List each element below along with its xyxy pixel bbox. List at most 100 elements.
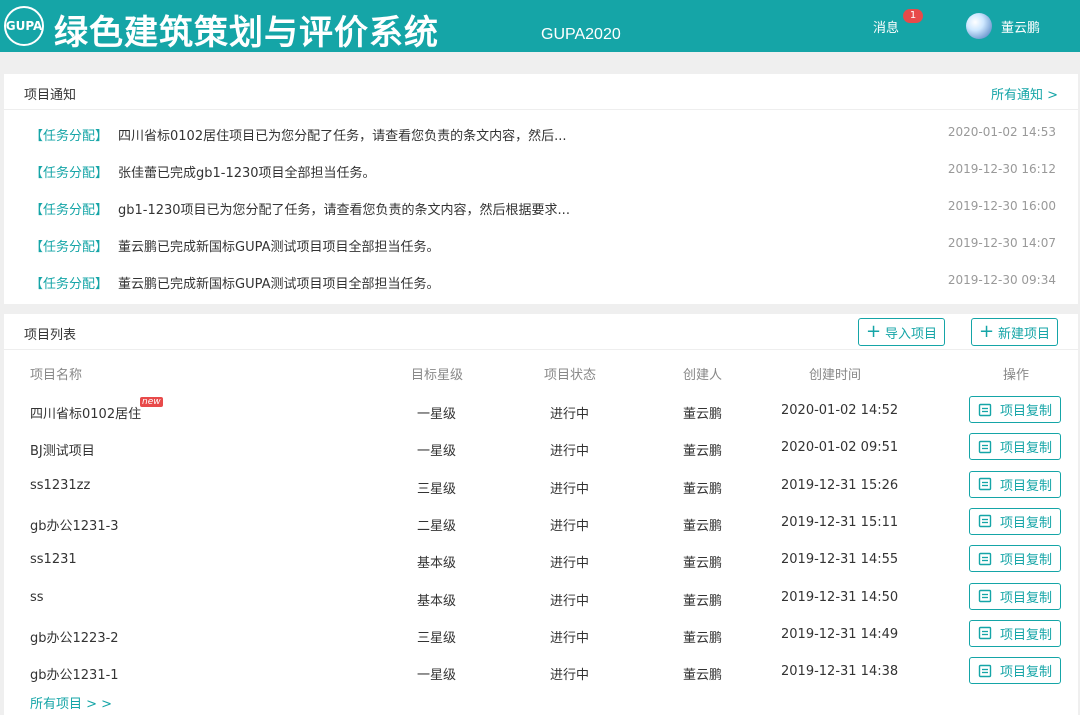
column-header-status: 项目状态 [544,368,597,383]
project-created-time: 2019-12-31 15:11 [781,514,899,530]
table-row: ss1231 基本级 进行中 董云鹏 2019-12-31 14:55 项目复制 [4,540,1078,577]
document-icon [978,440,1000,454]
copy-project-label: 项目复制 [999,553,1052,569]
project-created-time: 2019-12-31 14:38 [781,664,899,680]
table-row: ss1231zz 三星级 进行中 董云鹏 2019-12-31 15:26 项目复制 [4,466,1078,503]
notice-row[interactable]: 【任务分配】 董云鹏已完成新国标GUPA测试项目项目全部担当任务。 2019-12-… [4,224,1078,261]
project-status: 进行中 [550,444,590,460]
column-header-creator: 创建人 [683,368,723,383]
notice-tag: 【任务分配】 [30,129,109,144]
notice-time: 2019-12-30 16:12 [947,162,1056,176]
copy-project-button[interactable]: 项目复制 [969,619,1061,647]
avatar[interactable] [966,13,992,39]
copy-project-label: 项目复制 [999,665,1052,681]
import-project-button[interactable]: + 导入项目 [858,318,945,346]
plus-icon: + [978,321,995,342]
notices-title: 项目通知 [24,88,77,103]
project-name[interactable]: ss1231zz [30,478,90,493]
project-name[interactable]: gb办公1231-1 [30,664,119,683]
notice-tag: 【任务分配】 [30,240,109,255]
copy-project-label: 项目复制 [999,515,1052,531]
project-status: 进行中 [550,593,590,609]
notice-row[interactable]: 【任务分配】 gb1-1230项目已为您分配了任务，请查看您负责的条文内容，然后根… [4,187,1078,224]
project-created-time: 2020-01-02 09:51 [781,440,899,456]
document-icon [978,403,1000,417]
column-header-star: 目标星级 [411,368,464,383]
notice-text[interactable]: 四川省标0102居住项目已为您分配了任务，请查看您负责的条文内容，然后... [118,125,566,144]
project-star-level: 三星级 [417,481,457,497]
project-created-time: 2019-12-31 14:49 [781,626,899,642]
project-status: 进行中 [550,556,590,572]
notice-text[interactable]: 张佳蕾已完成gb1-1230项目全部担当任务。 [118,162,376,181]
notice-tag: 【任务分配】 [30,277,109,292]
project-star-level: 一星级 [417,444,457,460]
app-subtitle: GUPA2020 [541,26,621,43]
column-header-name: 项目名称 [30,368,83,383]
project-status: 进行中 [550,407,590,422]
copy-project-button[interactable]: 项目复制 [969,396,1061,423]
table-row: BJ测试项目 一星级 进行中 董云鹏 2020-01-02 09:51 项目复制 [4,428,1078,465]
all-projects-link[interactable]: 所有项目 > > [30,693,112,712]
copy-project-label: 项目复制 [999,627,1052,643]
copy-project-button[interactable]: 项目复制 [969,582,1061,610]
import-project-label: 导入项目 [885,326,938,342]
project-status: 进行中 [550,668,590,684]
copy-project-button[interactable]: 项目复制 [969,545,1061,573]
notices-header: 项目通知 所有通知 > [4,74,1078,110]
table-row: gb办公1223-2 三星级 进行中 董云鹏 2019-12-31 14:49 项目复制 [4,615,1078,652]
project-creator: 董云鹏 [683,407,723,422]
document-icon [978,552,1000,566]
project-notices-panel: 项目通知 所有通知 > 【任务分配】 四川省标0102居住项目已为您分配了任务，请… [4,74,1078,304]
copy-project-button[interactable]: 项目复制 [969,507,1061,535]
all-notices-link[interactable]: 所有通知 > [991,84,1058,103]
logo-text: GUPA [5,18,43,33]
project-status: 进行中 [550,630,590,646]
project-creator: 董云鹏 [683,518,723,534]
project-star-level: 三星级 [417,630,457,646]
project-star-level: 一星级 [417,668,457,684]
project-star-level: 一星级 [417,407,457,422]
column-header-actions: 操作 [1003,368,1030,383]
project-name[interactable]: BJ测试项目 [30,440,95,459]
copy-project-button[interactable]: 项目复制 [969,470,1061,498]
project-name[interactable]: gb办公1223-2 [30,627,119,646]
project-name[interactable]: ss [30,590,44,605]
notice-tag: 【任务分配】 [30,203,109,218]
notice-text[interactable]: gb1-1230项目已为您分配了任务，请查看您负责的条文内容，然后根据要求... [118,199,570,218]
document-icon [978,589,1000,603]
create-project-label: 新建项目 [998,326,1051,342]
app-title: 绿色建筑策划与评价系统 [54,13,439,53]
project-name[interactable]: gb办公1231-3 [30,515,119,534]
notice-row[interactable]: 【任务分配】 董云鹏已完成新国标GUPA测试项目项目全部担当任务。 2019-12-… [4,261,1078,298]
projects-title: 项目列表 [24,328,77,343]
project-name[interactable]: 四川省标0102居住 [30,403,141,422]
messages-link[interactable]: 消息 [873,17,899,36]
copy-project-button[interactable]: 项目复制 [969,657,1061,685]
project-creator: 董云鹏 [683,668,723,684]
table-row: gb办公1231-1 一星级 进行中 董云鹏 2019-12-31 14:38 项目复制 [4,652,1078,689]
notice-row[interactable]: 【任务分配】 四川省标0102居住项目已为您分配了任务，请查看您负责的条文内容，然… [4,113,1078,150]
project-status: 进行中 [550,518,590,534]
gupa-logo: GUPA [4,6,44,46]
notice-time: 2020-01-02 14:53 [947,125,1056,139]
project-created-time: 2019-12-31 15:26 [781,477,899,493]
copy-project-button[interactable]: 项目复制 [969,433,1061,461]
notice-text[interactable]: 董云鹏已完成新国标GUPA测试项目项目全部担当任务。 [118,236,440,255]
messages-count-badge: 1 [903,9,923,23]
project-list-panel: 项目列表 + 导入项目 + 新建项目 项目名称 目标星级 项目状态 创建人 创建… [4,314,1078,715]
create-project-button[interactable]: + 新建项目 [971,318,1058,346]
notice-text[interactable]: 董云鹏已完成新国标GUPA测试项目项目全部担当任务。 [118,273,440,292]
new-badge: new [140,397,163,407]
table-row: 四川省标0102居住 new 一星级 进行中 董云鹏 2020-01-02 14:52 项目… [4,391,1078,428]
projects-header: 项目列表 + 导入项目 + 新建项目 [4,314,1078,350]
project-created-time: 2019-12-31 14:55 [781,552,899,568]
top-bar: GUPA 绿色建筑策划与评价系统 GUPA2020 消息 1 董云鹏 [0,0,1080,53]
project-created-time: 2020-01-02 14:52 [781,403,899,418]
notice-row[interactable]: 【任务分配】 张佳蕾已完成gb1-1230项目全部担当任务。 2019-12-30 … [4,150,1078,187]
username[interactable]: 董云鹏 [1001,17,1040,36]
table-row: ss 基本级 进行中 董云鹏 2019-12-31 14:50 项目复制 [4,578,1078,615]
project-name[interactable]: ss1231 [30,552,77,567]
notice-time: 2019-12-30 09:34 [947,273,1056,287]
notice-time: 2019-12-30 14:07 [947,236,1056,250]
plus-icon: + [865,321,882,342]
